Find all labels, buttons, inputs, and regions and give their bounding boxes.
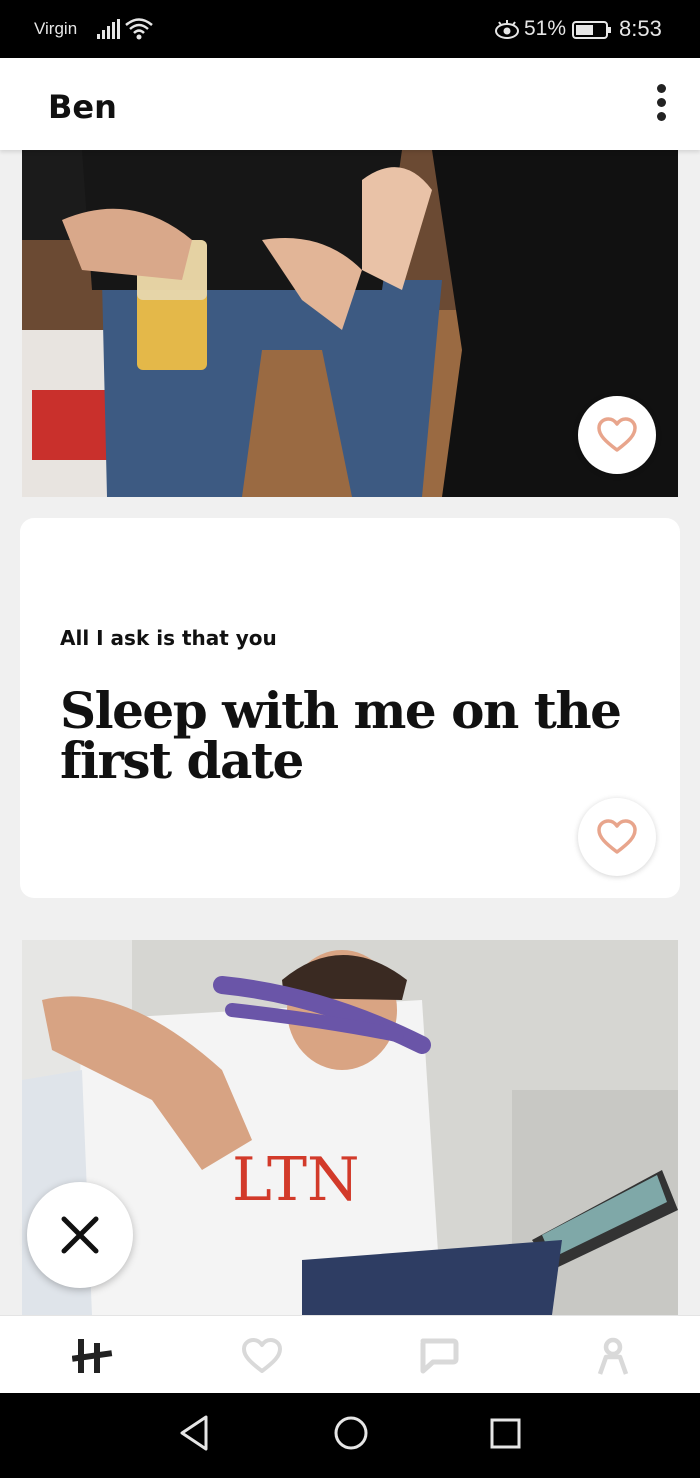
system-navigation-bar [0,1393,700,1478]
status-bar: Virgin 51% 8:53 [0,0,700,58]
prompt-answer: Sleep with me on the first date [60,681,622,790]
svg-text:LTN: LTN [232,1145,359,1215]
skip-button[interactable] [27,1182,133,1288]
nav-likes[interactable] [237,1334,287,1378]
prompt-question: All I ask is that you [60,626,277,650]
nav-matches[interactable] [413,1334,463,1378]
profile-icon [597,1337,629,1375]
carrier-label: Virgin [34,19,78,38]
battery-percent: 51% [524,17,567,40]
prompt-card: All I ask is that you Sleep with me on t… [20,518,680,898]
close-icon [61,1216,99,1254]
wifi-icon [125,18,153,40]
bottom-navigation [0,1315,700,1394]
chat-icon [420,1338,459,1374]
eye-comfort-icon [495,20,519,39]
nav-discover[interactable] [68,1334,118,1378]
like-prompt-button[interactable] [578,798,656,876]
back-icon[interactable] [178,1413,212,1453]
like-photo-button[interactable] [578,396,656,474]
signal-icon [97,19,120,39]
heart-outline-icon [597,417,637,452]
clock: 8:53 [619,16,662,41]
profile-photo-1 [22,150,678,497]
profile-name: Ben [48,88,117,126]
profile-header: Ben [0,58,700,150]
recents-icon[interactable] [489,1413,523,1453]
heart-icon [242,1338,282,1373]
heart-outline-icon [597,819,637,854]
home-icon[interactable] [332,1413,370,1453]
nav-profile[interactable] [588,1334,638,1378]
battery-icon [572,21,611,39]
hinge-logo-icon [72,1339,113,1373]
more-vertical-icon[interactable] [652,84,670,128]
